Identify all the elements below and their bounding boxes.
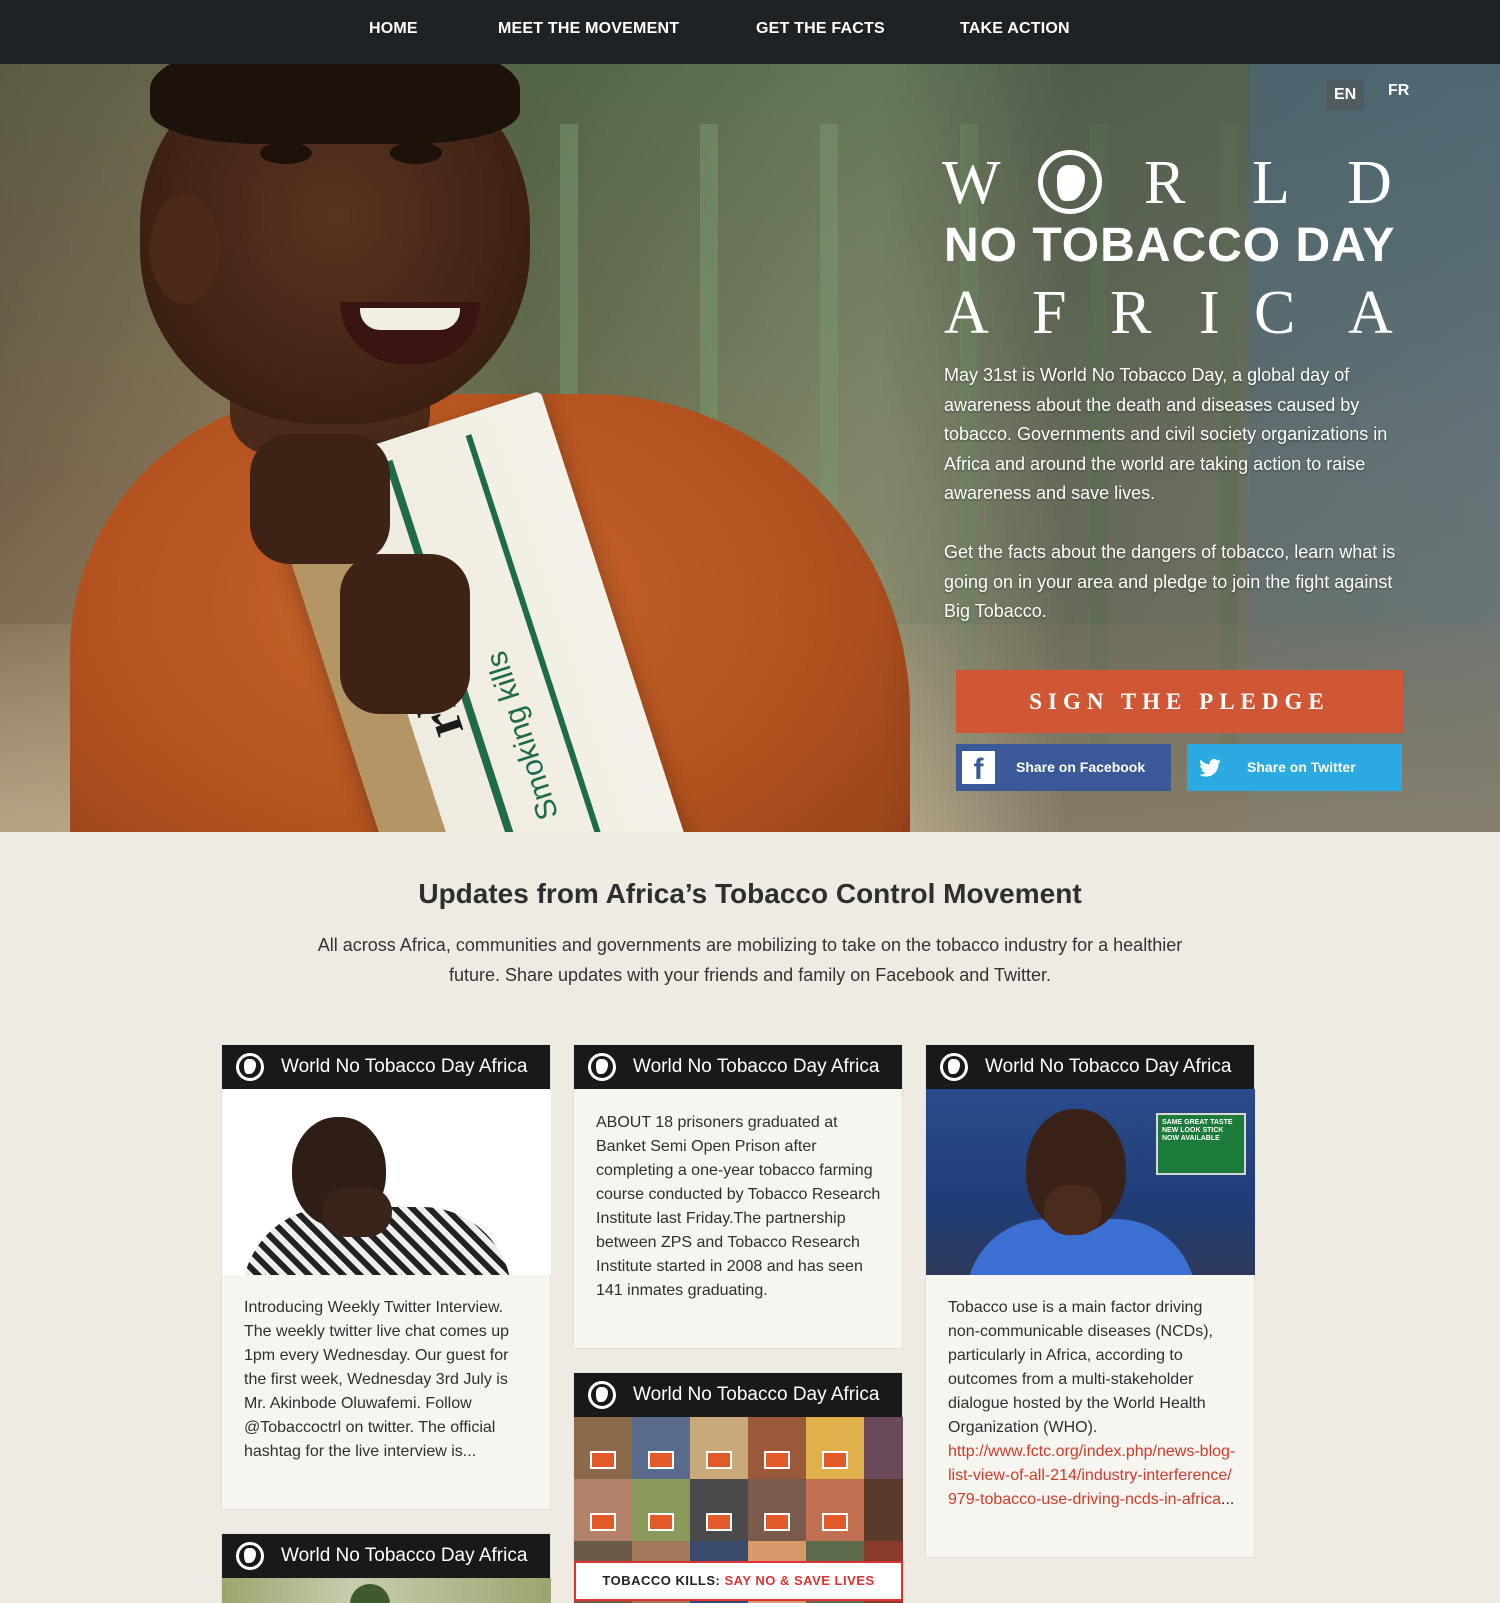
lang-fr[interactable]: FR [1388,82,1409,100]
updates-title: Updates from Africa’s Tobacco Control Mo… [418,878,1082,909]
updates-description: All across Africa, communities and gover… [317,935,1183,985]
logo-letter: C [1254,279,1296,347]
card-header: World No Tobacco Day Africa [574,1045,902,1089]
logo-letter: D [1347,149,1392,217]
card-image-outdoor [222,1578,551,1603]
card-image-man [222,1089,551,1275]
logo-world: W R L D [942,148,1402,217]
card-text: Tobacco use is a main factor driving non… [948,1296,1238,1512]
card-link-ellipsis: ... [1221,1491,1235,1508]
logo-letter: F [1032,279,1067,347]
image-sign: SAME GREAT TASTE NEW LOOK STICK NOW AVAI… [1156,1113,1246,1175]
child-hair [150,64,520,144]
facebook-icon: f [962,751,995,786]
collage-photo [748,1479,806,1541]
banner-prefix: TOBACCO KILLS: [602,1573,721,1588]
collage-photo [806,1479,864,1541]
update-card[interactable]: World No Tobacco Day Africa SAME GREAT T… [925,1044,1255,1558]
hero-cta-text: Get the facts about the dangers of tobac… [944,542,1396,621]
africa-globe-icon [588,1053,616,1081]
child-teeth [360,308,460,330]
collage-photo [748,1417,806,1479]
image-sign-text: SAME GREAT TASTE NEW LOOK STICK NOW AVAI… [1162,1119,1233,1142]
collage-photo [632,1479,690,1541]
card-header: World No Tobacco Day Africa [222,1045,550,1089]
share-facebook-button[interactable]: f Share on Facebook [956,744,1171,791]
share-twitter-button[interactable]: Share on Twitter [1187,744,1402,791]
image-man-hand [322,1187,392,1237]
card-text-body: Tobacco use is a main factor driving non… [948,1299,1213,1436]
africa-globe-icon [1038,150,1102,214]
logo-letter: R [1144,149,1186,217]
africa-globe-icon [236,1542,264,1570]
sign-the-pledge-button[interactable]: SIGN THE PLEDGE [956,670,1403,733]
collage-photo [690,1479,748,1541]
share-facebook-label: Share on Facebook [1016,759,1146,775]
update-card[interactable]: World No Tobacco Day Africa Introducing … [221,1044,551,1510]
lang-en[interactable]: EN [1326,80,1365,110]
logo-no-tobacco-day: NO TOBACCO DAY [944,219,1396,272]
africa-globe-icon [588,1381,616,1409]
collage-photo [806,1417,864,1479]
card-header: World No Tobacco Day Africa [574,1373,902,1417]
collage-photo [574,1479,632,1541]
top-navigation: HOME MEET THE MOVEMENT GET THE FACTS TAK… [0,0,1500,64]
child-hand [340,554,470,714]
hero-intro-text: May 31st is World No Tobacco Day, a glob… [944,365,1388,503]
update-card[interactable]: World No Tobacco Day Africa TOBACCO KILL… [573,1372,903,1603]
card-text: Introducing Weekly Twitter Interview. Th… [244,1299,509,1460]
collage-photo [690,1417,748,1479]
logo-africa: A F R I C A [944,278,1404,347]
logo-letter: A [1348,279,1393,347]
nav-home[interactable]: HOME [369,20,418,38]
child-eye [260,142,312,164]
share-twitter-label: Share on Twitter [1247,759,1356,775]
card-title: World No Tobacco Day Africa [633,1384,880,1405]
card-text: ABOUT 18 prisoners graduated at Banket S… [596,1114,881,1299]
card-title: World No Tobacco Day Africa [985,1056,1232,1077]
card-title: World No Tobacco Day Africa [281,1056,528,1077]
collage-photo [864,1479,903,1541]
image-hand [1044,1185,1102,1235]
card-header: World No Tobacco Day Africa [222,1534,550,1578]
africa-globe-icon [236,1053,264,1081]
card-title: World No Tobacco Day Africa [281,1545,528,1566]
card-article-link-text: http://www.fctc.org/index.php/news-blog-… [948,1443,1236,1508]
collage-photo [864,1417,903,1479]
logo-letter: A [944,279,989,347]
card-image-smoker: SAME GREAT TASTE NEW LOOK STICK NOW AVAI… [926,1089,1255,1275]
banner-red-text: SAY NO & SAVE LIVES [724,1573,875,1588]
nav-take-action[interactable]: TAKE ACTION [960,20,1070,38]
nav-get-the-facts[interactable]: GET THE FACTS [756,20,885,38]
update-card[interactable]: World No Tobacco Day Africa ABOUT 18 pri… [573,1044,903,1349]
nav-meet-the-movement[interactable]: MEET THE MOVEMENT [498,20,679,38]
logo-letter: R [1110,279,1152,347]
collage-photo [574,1417,632,1479]
africa-globe-icon [940,1053,968,1081]
logo-letter: W [942,149,1001,217]
logo-letter: I [1199,279,1220,347]
card-header: World No Tobacco Day Africa [926,1045,1254,1089]
child-hand [250,434,390,564]
tobacco-kills-banner: TOBACCO KILLS: SAY NO & SAVE LIVES [574,1561,903,1601]
child-ear [150,194,220,304]
child-eye [390,142,442,164]
twitter-bird-icon [1193,751,1226,784]
card-title: World No Tobacco Day Africa [633,1056,880,1077]
card-article-link[interactable]: http://www.fctc.org/index.php/news-blog-… [948,1440,1238,1512]
update-card[interactable]: World No Tobacco Day Africa [221,1533,551,1603]
collage-photo [632,1417,690,1479]
logo-letter: L [1252,149,1290,217]
